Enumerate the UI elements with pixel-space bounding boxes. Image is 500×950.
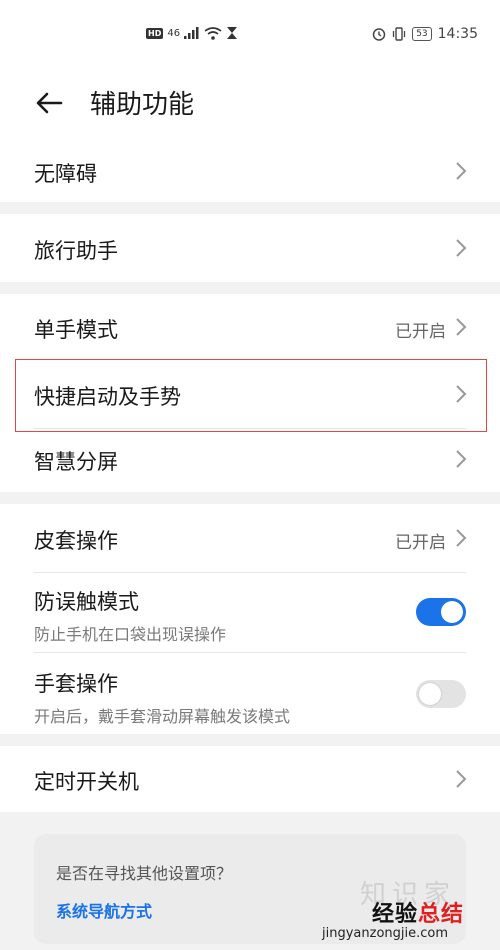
row-travel-assistant[interactable]: 旅行助手 bbox=[0, 214, 500, 282]
chevron-right-icon bbox=[456, 770, 467, 788]
chevron-right-icon bbox=[456, 318, 467, 336]
watermark-url: jingyanzongjie.com bbox=[322, 926, 449, 941]
row-label: 快捷启动及手势 bbox=[34, 385, 181, 409]
suggestion-question: 是否在寻找其他设置项？ bbox=[56, 864, 233, 883]
alarm-icon bbox=[372, 28, 386, 41]
row-pocket-mode: 防误触模式 防止手机在口袋出现误操作 bbox=[0, 572, 500, 652]
system-navigation-link[interactable]: 系统导航方式 bbox=[56, 898, 152, 922]
row-label: 防误触模式 bbox=[34, 590, 139, 614]
row-label: 无障碍 bbox=[34, 162, 97, 186]
glove-mode-toggle[interactable] bbox=[416, 680, 466, 708]
row-accessibility[interactable]: 无障碍 bbox=[0, 140, 500, 202]
status-value: 已开启 bbox=[395, 322, 446, 342]
group-power: 定时开关机 bbox=[0, 746, 500, 812]
page-title: 辅助功能 bbox=[90, 90, 195, 120]
chevron-right-icon bbox=[456, 385, 467, 403]
wifi-icon bbox=[204, 26, 222, 40]
chevron-right-icon bbox=[456, 162, 467, 180]
watermark-part1: 经验 bbox=[372, 902, 419, 927]
row-scheduled-power[interactable]: 定时开关机 bbox=[0, 746, 500, 812]
group-screen-modes: 单手模式 已开启 快捷启动及手势 智慧分屏 bbox=[0, 294, 500, 492]
watermark-part2: 总结 bbox=[418, 902, 465, 927]
status-value: 已开启 bbox=[395, 533, 446, 553]
chevron-right-icon bbox=[456, 450, 467, 468]
vibrate-icon bbox=[393, 27, 406, 41]
row-one-hand-mode[interactable]: 单手模式 已开启 bbox=[0, 294, 500, 360]
row-cover-operation[interactable]: 皮套操作 已开启 bbox=[0, 504, 500, 572]
toggle-knob bbox=[441, 601, 463, 623]
row-label: 皮套操作 bbox=[34, 529, 118, 553]
status-right: 53 14:35 bbox=[372, 26, 478, 42]
signal-tag: 46 bbox=[167, 27, 181, 39]
status-time: 14:35 bbox=[437, 26, 478, 42]
status-left: HD 46 bbox=[146, 26, 238, 40]
hd-icon: HD bbox=[146, 27, 164, 39]
row-label: 智慧分屏 bbox=[34, 450, 118, 474]
row-label: 单手模式 bbox=[34, 318, 118, 342]
group-travel: 旅行助手 bbox=[0, 214, 500, 282]
row-subtitle: 开启后，戴手套滑动屏幕触发该模式 bbox=[34, 707, 291, 726]
row-label: 定时开关机 bbox=[34, 770, 139, 794]
row-smart-split-screen[interactable]: 智慧分屏 bbox=[0, 428, 500, 492]
pocket-mode-toggle[interactable] bbox=[416, 598, 466, 626]
chevron-right-icon bbox=[456, 239, 467, 257]
row-shortcuts-gestures[interactable]: 快捷启动及手势 bbox=[0, 360, 500, 428]
signal-icon bbox=[184, 27, 199, 39]
watermark-logo: 经验总结 bbox=[372, 896, 464, 928]
page-header: 辅助功能 bbox=[0, 70, 500, 140]
status-bar: HD 46 53 14:35 bbox=[0, 0, 500, 70]
hourglass-icon bbox=[227, 27, 238, 39]
group-protection: 皮套操作 已开启 防误触模式 防止手机在口袋出现误操作 手套操作 开启后，戴手套… bbox=[0, 504, 500, 734]
row-subtitle: 防止手机在口袋出现误操作 bbox=[34, 625, 227, 644]
battery-icon: 53 bbox=[412, 27, 432, 41]
chevron-right-icon bbox=[456, 529, 467, 547]
toggle-knob bbox=[419, 683, 441, 705]
row-label: 手套操作 bbox=[34, 672, 118, 696]
row-glove-mode: 手套操作 开启后，戴手套滑动屏幕触发该模式 bbox=[0, 652, 500, 734]
group-accessibility: 无障碍 bbox=[0, 140, 500, 202]
row-label: 旅行助手 bbox=[34, 239, 118, 263]
back-arrow-icon[interactable] bbox=[34, 88, 64, 118]
